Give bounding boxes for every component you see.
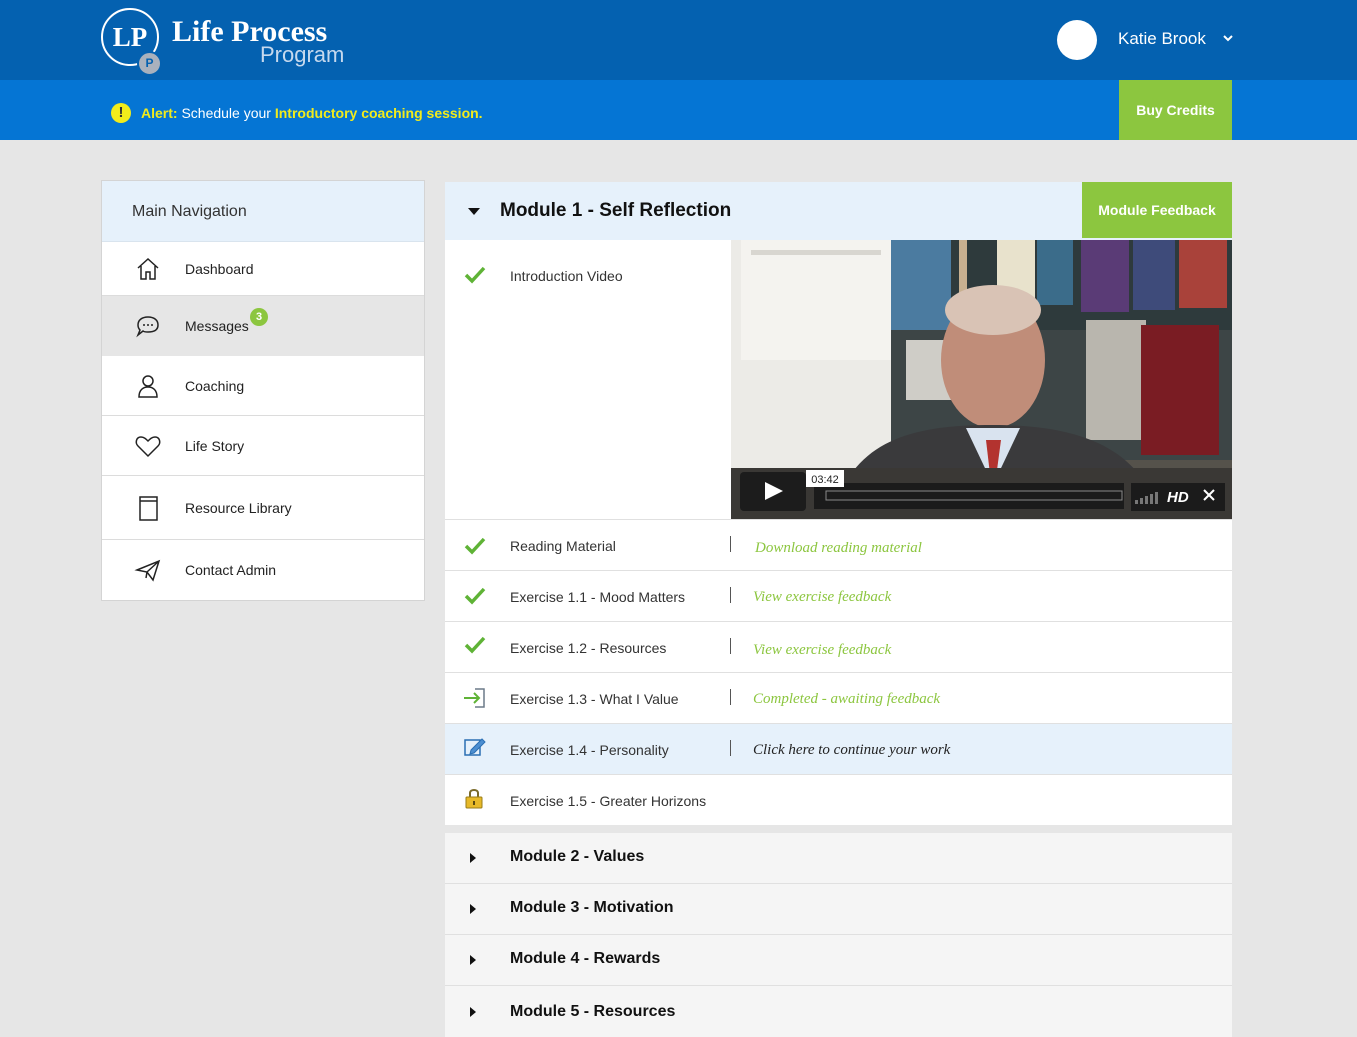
home-icon bbox=[137, 257, 159, 280]
item-label: Exercise 1.4 - Personality bbox=[510, 742, 669, 758]
module-feedback-button[interactable]: Module Feedback bbox=[1082, 182, 1232, 238]
module-3-header[interactable]: Module 3 - Motivation bbox=[445, 884, 1232, 935]
sidebar-item-label: Resource Library bbox=[185, 500, 292, 516]
caret-right-icon[interactable] bbox=[470, 1007, 476, 1017]
module-title[interactable]: Module 3 - Motivation bbox=[510, 898, 674, 918]
avatar[interactable] bbox=[1057, 20, 1097, 60]
sidebar: Main Navigation Dashboard Messages 3 Coa… bbox=[101, 180, 425, 601]
user-icon bbox=[138, 375, 158, 398]
module-5-header[interactable]: Module 5 - Resources bbox=[445, 986, 1232, 1037]
item-label: Exercise 1.2 - Resources bbox=[510, 640, 667, 656]
sidebar-item-label: Coaching bbox=[185, 378, 245, 394]
alert-message: Alert: Schedule your Introductory coachi… bbox=[141, 104, 483, 122]
module-title[interactable]: Module 5 - Resources bbox=[510, 1002, 675, 1022]
item-label: Exercise 1.5 - Greater Horizons bbox=[510, 793, 707, 809]
sidebar-item-dashboard[interactable]: Dashboard bbox=[102, 242, 424, 296]
logo-badge: P bbox=[137, 51, 162, 76]
sidebar-item-label: Contact Admin bbox=[185, 562, 277, 578]
item-label: Reading Material bbox=[510, 538, 616, 554]
sidebar-item-coaching[interactable]: Coaching bbox=[102, 356, 424, 416]
alert-text: Schedule your bbox=[181, 105, 271, 121]
lock-icon bbox=[465, 789, 483, 809]
sidebar-item-resource-library[interactable]: Resource Library bbox=[102, 476, 424, 540]
list-item[interactable]: Exercise 1.4 - Personality Click here to… bbox=[445, 723, 1232, 774]
user-name[interactable]: Katie Brook bbox=[1118, 28, 1206, 50]
caret-right-icon[interactable] bbox=[470, 853, 476, 863]
alert-icon: ! bbox=[111, 103, 131, 123]
divider bbox=[730, 638, 731, 654]
submit-arrow-icon bbox=[464, 688, 485, 708]
logo-subtitle: Program bbox=[260, 42, 345, 67]
sidebar-item-label: Dashboard bbox=[185, 261, 254, 277]
awaiting-feedback-text: Completed - awaiting feedback bbox=[753, 691, 941, 707]
list-item[interactable]: Exercise 1.3 - What I Value Completed - … bbox=[445, 672, 1232, 723]
book-icon bbox=[139, 496, 158, 521]
video-player[interactable]: 03:42 HD bbox=[731, 240, 1232, 519]
video-frame: 03:42 HD bbox=[731, 240, 1232, 519]
alert-label: Alert: bbox=[141, 105, 178, 121]
checkmark-icon bbox=[464, 587, 486, 605]
send-icon bbox=[134, 559, 161, 582]
divider bbox=[730, 536, 731, 552]
module-1-title[interactable]: Module 1 - Self Reflection bbox=[500, 199, 731, 223]
sidebar-item-messages[interactable]: Messages 3 bbox=[102, 296, 424, 356]
download-reading-link[interactable]: Download reading material bbox=[755, 539, 922, 557]
heart-icon bbox=[135, 436, 161, 458]
checkmark-icon bbox=[464, 266, 486, 284]
caret-down-icon[interactable] bbox=[468, 208, 480, 215]
edit-icon bbox=[464, 738, 486, 756]
chat-icon bbox=[136, 316, 159, 338]
view-feedback-link[interactable]: View exercise feedback bbox=[753, 588, 891, 606]
list-item: Exercise 1.5 - Greater Horizons bbox=[445, 774, 1232, 825]
hd-toggle[interactable]: HD bbox=[1167, 489, 1189, 506]
sidebar-item-label: Messages bbox=[185, 318, 249, 334]
checkmark-icon bbox=[464, 636, 486, 654]
item-label: Exercise 1.1 - Mood Matters bbox=[510, 589, 686, 605]
module-title[interactable]: Module 4 - Rewards bbox=[510, 949, 660, 969]
list-item[interactable]: Exercise 1.2 - Resources View exercise f… bbox=[445, 621, 1232, 672]
chevron-down-icon[interactable] bbox=[1220, 30, 1236, 46]
module-title[interactable]: Module 2 - Values bbox=[510, 847, 644, 867]
checkmark-icon bbox=[464, 537, 486, 555]
messages-count-badge: 3 bbox=[250, 308, 268, 326]
sidebar-title: Main Navigation bbox=[102, 181, 424, 242]
list-item[interactable]: Exercise 1.1 - Mood Matters View exercis… bbox=[445, 570, 1232, 621]
sidebar-item-life-story[interactable]: Life Story bbox=[102, 416, 424, 476]
caret-right-icon[interactable] bbox=[470, 904, 476, 914]
divider bbox=[730, 740, 731, 756]
list-item[interactable]: Reading Material Download reading materi… bbox=[445, 519, 1232, 571]
sidebar-item-label: Life Story bbox=[185, 438, 245, 454]
module-2-header[interactable]: Module 2 - Values bbox=[445, 833, 1232, 884]
divider bbox=[730, 587, 731, 603]
buy-credits-button[interactable]: Buy Credits bbox=[1119, 80, 1232, 140]
video-time: 03:42 bbox=[811, 474, 839, 486]
item-label: Exercise 1.3 - What I Value bbox=[510, 691, 679, 707]
sidebar-item-contact-admin[interactable]: Contact Admin bbox=[102, 540, 424, 600]
module-4-header[interactable]: Module 4 - Rewards bbox=[445, 935, 1232, 986]
continue-work-link[interactable]: Click here to continue your work bbox=[753, 741, 950, 759]
caret-right-icon[interactable] bbox=[470, 955, 476, 965]
alert-link[interactable]: Introductory coaching session. bbox=[275, 105, 483, 121]
intro-video-label[interactable]: Introduction Video bbox=[510, 267, 623, 285]
view-feedback-link[interactable]: View exercise feedback bbox=[753, 641, 891, 659]
divider bbox=[730, 689, 731, 705]
